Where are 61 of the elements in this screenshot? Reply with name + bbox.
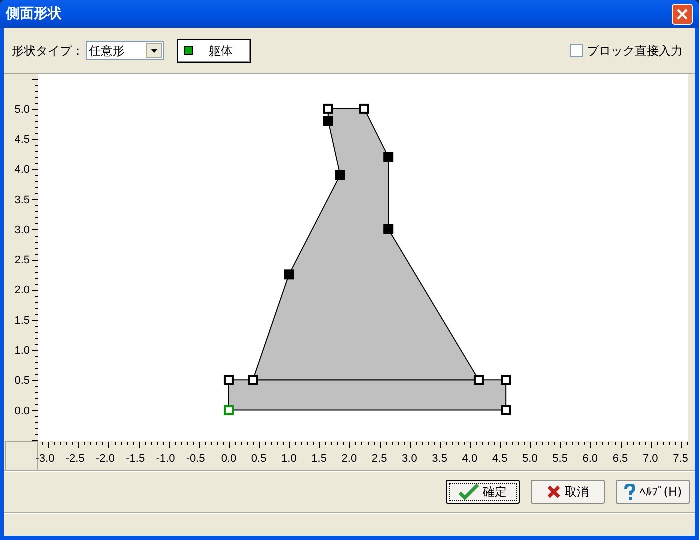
cancel-button[interactable]: 取消 — [531, 480, 605, 504]
tick-label: 0.5 — [14, 375, 30, 388]
tick-label: -0.5 — [186, 453, 206, 465]
tick-label: 2.5 — [372, 453, 388, 465]
tick-label: 2.0 — [342, 453, 358, 465]
tick-label: 4.0 — [462, 453, 478, 465]
tick-label: 5.5 — [552, 453, 568, 465]
vertex-handle[interactable] — [284, 270, 294, 280]
tick-label: 4.5 — [492, 453, 508, 465]
tick-label: -2.5 — [66, 453, 85, 465]
tick-label: 1.0 — [14, 345, 30, 357]
tick-label: 1.5 — [14, 314, 30, 327]
tick-label: 3.5 — [432, 453, 448, 465]
vertex-handle[interactable] — [501, 405, 512, 416]
vertex-handle[interactable] — [335, 170, 346, 180]
tick-label: 5.0 — [522, 453, 538, 465]
vertex-handle[interactable] — [248, 375, 258, 386]
close-icon — [677, 8, 688, 20]
vertex-handle[interactable] — [474, 375, 484, 386]
shape-type-label: 形状タイプ： — [12, 42, 84, 60]
vertex-handle[interactable] — [360, 104, 370, 114]
tick-label: 7.5 — [673, 453, 688, 465]
tick-label: 0.0 — [221, 453, 237, 465]
tick-label: 3.5 — [14, 194, 30, 206]
legend-label: 躯体 — [209, 42, 233, 60]
vertex-handle[interactable] — [224, 375, 234, 386]
ok-button[interactable]: 確定 — [446, 480, 520, 504]
tick-label: 7.0 — [643, 453, 658, 465]
checkbox[interactable] — [570, 44, 583, 57]
window-title: 側面形状 — [6, 4, 62, 24]
tick-label: 2.0 — [14, 284, 30, 297]
tick-label: 3.0 — [402, 453, 418, 465]
vertex-handle[interactable] — [323, 116, 334, 126]
checkbox-label: ブロック直接入力 — [587, 42, 683, 60]
tick-label: 2.5 — [14, 254, 30, 267]
tick-label: 4.5 — [14, 134, 30, 146]
tick-label: -1.0 — [156, 453, 176, 465]
check-icon — [459, 484, 479, 500]
tick-label: 3.0 — [14, 224, 30, 236]
tick-label: 6.5 — [612, 453, 628, 465]
tick-label: 5.0 — [14, 104, 30, 116]
vertex-handle[interactable] — [501, 375, 512, 386]
close-button[interactable] — [672, 4, 693, 24]
help-button[interactable]: ﾍﾙﾌﾟ(H) — [616, 480, 690, 504]
cross-icon — [547, 485, 561, 499]
tick-label: 1.0 — [282, 453, 297, 465]
shape-type-dropdown[interactable]: 任意形 — [86, 41, 164, 60]
dropdown-arrow-icon — [150, 48, 158, 52]
question-icon — [624, 484, 636, 500]
vertex-handle[interactable] — [323, 104, 334, 114]
tick-label: 6.0 — [582, 453, 598, 465]
tick-label: 0.0 — [14, 405, 30, 418]
vertex-handle[interactable] — [384, 224, 394, 234]
tick-label: -1.5 — [126, 453, 146, 465]
vertex-handle[interactable] — [384, 152, 394, 162]
tick-label: 1.5 — [312, 453, 327, 465]
tick-label: 4.0 — [14, 164, 30, 176]
tick-label: -2.0 — [96, 453, 115, 465]
vertex-handle[interactable] — [224, 405, 234, 416]
tick-label: -3.0 — [36, 453, 55, 465]
tick-label: 0.5 — [251, 453, 267, 465]
